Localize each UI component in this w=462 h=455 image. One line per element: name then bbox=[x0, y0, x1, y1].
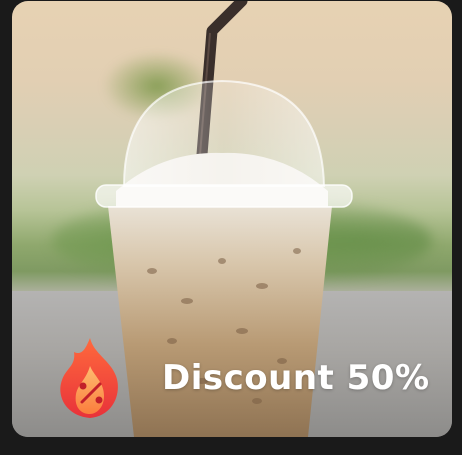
promo-card[interactable]: Discount 50% bbox=[12, 1, 452, 437]
fire-discount-icon bbox=[60, 338, 118, 418]
discount-label: Discount 50% bbox=[162, 358, 430, 398]
